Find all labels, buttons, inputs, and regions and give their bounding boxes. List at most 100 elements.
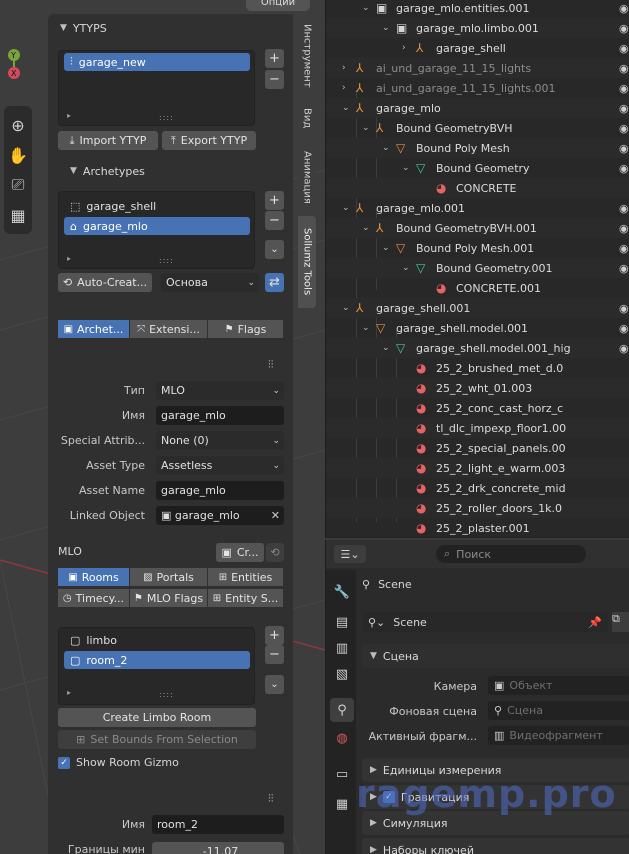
outliner-row[interactable]: ◕ 25_2_roller_doors_1k.0	[326, 498, 629, 518]
asset-type-dropdown[interactable]: Assetless ⌄	[156, 456, 284, 475]
archetypes-header[interactable]: ▼ Archetypes	[70, 161, 293, 181]
render-tab-icon[interactable]: ▤	[330, 610, 354, 634]
texture-tab-icon[interactable]: ▦	[330, 792, 354, 816]
ytyps-header[interactable]: ▼ YTYPS	[60, 18, 285, 38]
chevron-icon[interactable]: ⌄	[342, 103, 350, 113]
outliner-row[interactable]: ⌄ ▽ Bound Poly Mesh.001 ◉	[326, 238, 629, 258]
refresh-icon[interactable]: ⟲	[266, 543, 284, 562]
resize-handle-icon[interactable]: ::::	[159, 113, 174, 122]
settings-sliders-icon[interactable]: ⫶⫶	[268, 358, 274, 372]
outliner-row[interactable]: ⌄ ⅄ garage_mlo ◉	[326, 98, 629, 118]
room-item-selected[interactable]: ▢ room_2	[64, 651, 250, 669]
name-input[interactable]: garage_mlo	[156, 406, 284, 425]
outliner-row[interactable]: ⌄ ⅄ garage_shell.001 ◉	[326, 298, 629, 318]
camera-field[interactable]: ▣ Объект	[488, 676, 629, 695]
new-scene-button[interactable]: ⧉	[612, 612, 629, 632]
tab-tool[interactable]: Инструмент	[298, 18, 316, 94]
set-bounds-button[interactable]: ⊞ Set Bounds From Selection	[58, 730, 256, 749]
view-layer-tab-icon[interactable]: ▧	[330, 662, 354, 686]
outliner-row[interactable]: ⌄ ▽ Bound Poly Mesh ◉	[326, 138, 629, 158]
import-ytyp-button[interactable]: ⤓ Import YTYP	[58, 131, 158, 150]
expand-arrow-icon[interactable]: ▸	[67, 111, 72, 120]
outliner-row[interactable]: ◕ 25_2_light_e_warm.003	[326, 458, 629, 478]
chevron-icon[interactable]: ⌄	[362, 323, 370, 333]
outliner-row[interactable]: ⌄ ⅄ Bound GeometryBVH.001 ◉	[326, 218, 629, 238]
resize-handle-icon[interactable]: ::::	[159, 256, 174, 265]
gravity-section[interactable]: ▶ ✓ Гравитация	[362, 785, 629, 809]
outliner-row[interactable]: ⌄ ▽ Bound Geometry.001 ◉	[326, 258, 629, 278]
auto-create-button[interactable]: ⟲ Auto-Creat...	[58, 273, 152, 292]
archetype-list[interactable]: ⬚ garage_shell ⌂ garage_mlo ▸ ::::	[58, 191, 255, 269]
eye-icon[interactable]: ◉	[619, 122, 629, 135]
eye-icon[interactable]: ◉	[619, 82, 629, 95]
create-limbo-room-button[interactable]: Create Limbo Room	[58, 708, 256, 727]
linked-object-field[interactable]: ▣ garage_mlo ✕	[156, 506, 284, 525]
asset-name-input[interactable]: garage_mlo	[156, 481, 284, 500]
chevron-icon[interactable]: ⌄	[382, 243, 390, 253]
type-dropdown[interactable]: MLO ⌄	[156, 381, 284, 400]
close-icon[interactable]: ✕	[271, 509, 280, 522]
outliner-row[interactable]: ⌄ ▽ garage_shell.model.001 ◉	[326, 318, 629, 338]
export-ytyp-button[interactable]: ⤒ Export YTYP	[162, 131, 256, 150]
keying-sets-section[interactable]: ▶ Наборы ключей	[362, 838, 629, 854]
room-name-input[interactable]: room_2	[152, 815, 284, 834]
outliner-row[interactable]: › ⅄ ai_und_garage_11_15_lights.001 ◉	[326, 78, 629, 98]
resize-handle-icon[interactable]: ::::	[159, 690, 174, 699]
ytyp-item[interactable]: ⫶ garage_new	[64, 53, 250, 71]
chevron-icon[interactable]: ⌄	[362, 223, 370, 233]
outliner-row[interactable]: ◕ 25_2_plaster.001	[326, 518, 629, 538]
collection-tab-icon[interactable]: ▭	[330, 762, 354, 786]
options-button[interactable]: Опции	[246, 0, 310, 11]
tab-archetype[interactable]: ▣ Archet...	[58, 320, 130, 338]
settings-sliders-icon[interactable]: ⫶⫶	[268, 792, 274, 806]
add-room-button[interactable]: +	[265, 626, 284, 645]
chevron-icon[interactable]: ⌄	[342, 303, 350, 313]
tab-sollumz-tools[interactable]: Sollumz Tools	[298, 216, 316, 308]
eye-icon[interactable]: ◉	[619, 302, 629, 315]
active-clip-field[interactable]: ▥ Видеофрагмент	[488, 726, 629, 745]
outliner-row[interactable]: ◕ tl_dlc_impexp_floor1.00	[326, 418, 629, 438]
expand-arrow-icon[interactable]: ▸	[67, 688, 72, 697]
add-ytyp-button[interactable]: +	[265, 49, 284, 68]
chevron-icon[interactable]: ⌄	[382, 143, 390, 153]
eye-icon[interactable]: ◉	[619, 22, 629, 35]
tab-entity-sets[interactable]: ⊞ Entity S...	[208, 589, 284, 607]
outliner-row[interactable]: ⌄ ▽ Bound Geometry ◉	[326, 158, 629, 178]
chevron-icon[interactable]: ⌄	[402, 163, 410, 173]
outliner-row[interactable]: ⌄ ⅄ Bound GeometryBVH ◉	[326, 118, 629, 138]
outliner[interactable]: ⌄ ▣ garage_mlo.entities.001 ◉ ⌄ ▣ garage_mlo.l…	[325, 0, 629, 538]
units-section[interactable]: ▶ Единицы измерения	[362, 758, 629, 782]
eye-icon[interactable]: ◉	[619, 262, 629, 275]
archetype-mode-dropdown[interactable]: Основа ⌄	[161, 273, 259, 292]
tab-rooms[interactable]: ▣ Rooms	[58, 568, 130, 586]
camera-icon[interactable]: ⎚	[4, 170, 32, 200]
eye-icon[interactable]: ◉	[619, 322, 629, 335]
chevron-down-icon[interactable]: ⌄	[265, 675, 284, 694]
outliner-row[interactable]: ⌄ ▽ garage_shell.model.001_hig ◉	[326, 338, 629, 358]
outliner-row[interactable]: ⌄ ▣ garage_mlo.entities.001 ◉	[326, 0, 629, 18]
scene-tab-icon[interactable]: ⚲	[330, 698, 354, 722]
expand-arrow-icon[interactable]: ▸	[67, 254, 72, 263]
eye-icon[interactable]: ◉	[619, 162, 629, 175]
remove-archetype-button[interactable]: −	[265, 211, 284, 230]
tab-mlo-flags[interactable]: ⚑ MLO Flags	[130, 589, 208, 607]
chevron-icon[interactable]: ⌄	[362, 3, 370, 13]
eye-icon[interactable]: ◉	[619, 2, 629, 15]
eye-icon[interactable]: ◉	[619, 102, 629, 115]
properties-editor[interactable]: ☰⌄ ⌕ Поиск ⚲ Scene ⚲⌄ Scene 📌 ⧉ 🔧 ▤ ▥ ▧ …	[325, 540, 629, 854]
chevron-icon[interactable]: ›	[342, 63, 346, 73]
outliner-row[interactable]: ⌄ ▣ garage_mlo.limbo.001 ◉	[326, 18, 629, 38]
chevron-icon[interactable]: ⌄	[362, 123, 370, 133]
outliner-row[interactable]: › ⅄ garage_shell ◉	[326, 38, 629, 58]
checkmark-icon[interactable]: ✓	[382, 791, 395, 803]
chevron-down-icon[interactable]: ⌄	[265, 240, 284, 259]
chevron-icon[interactable]: ⌄	[402, 263, 410, 273]
zoom-icon[interactable]: ⊕	[4, 110, 32, 140]
output-tab-icon[interactable]: ▥	[330, 636, 354, 660]
remove-room-button[interactable]: −	[265, 645, 284, 664]
add-archetype-button[interactable]: +	[265, 191, 284, 210]
editor-type-dropdown[interactable]: ☰⌄	[334, 545, 366, 563]
hand-pan-icon[interactable]: ✋	[4, 140, 32, 170]
chevron-icon[interactable]: ⌄	[382, 343, 390, 353]
remove-ytyp-button[interactable]: −	[265, 70, 284, 89]
